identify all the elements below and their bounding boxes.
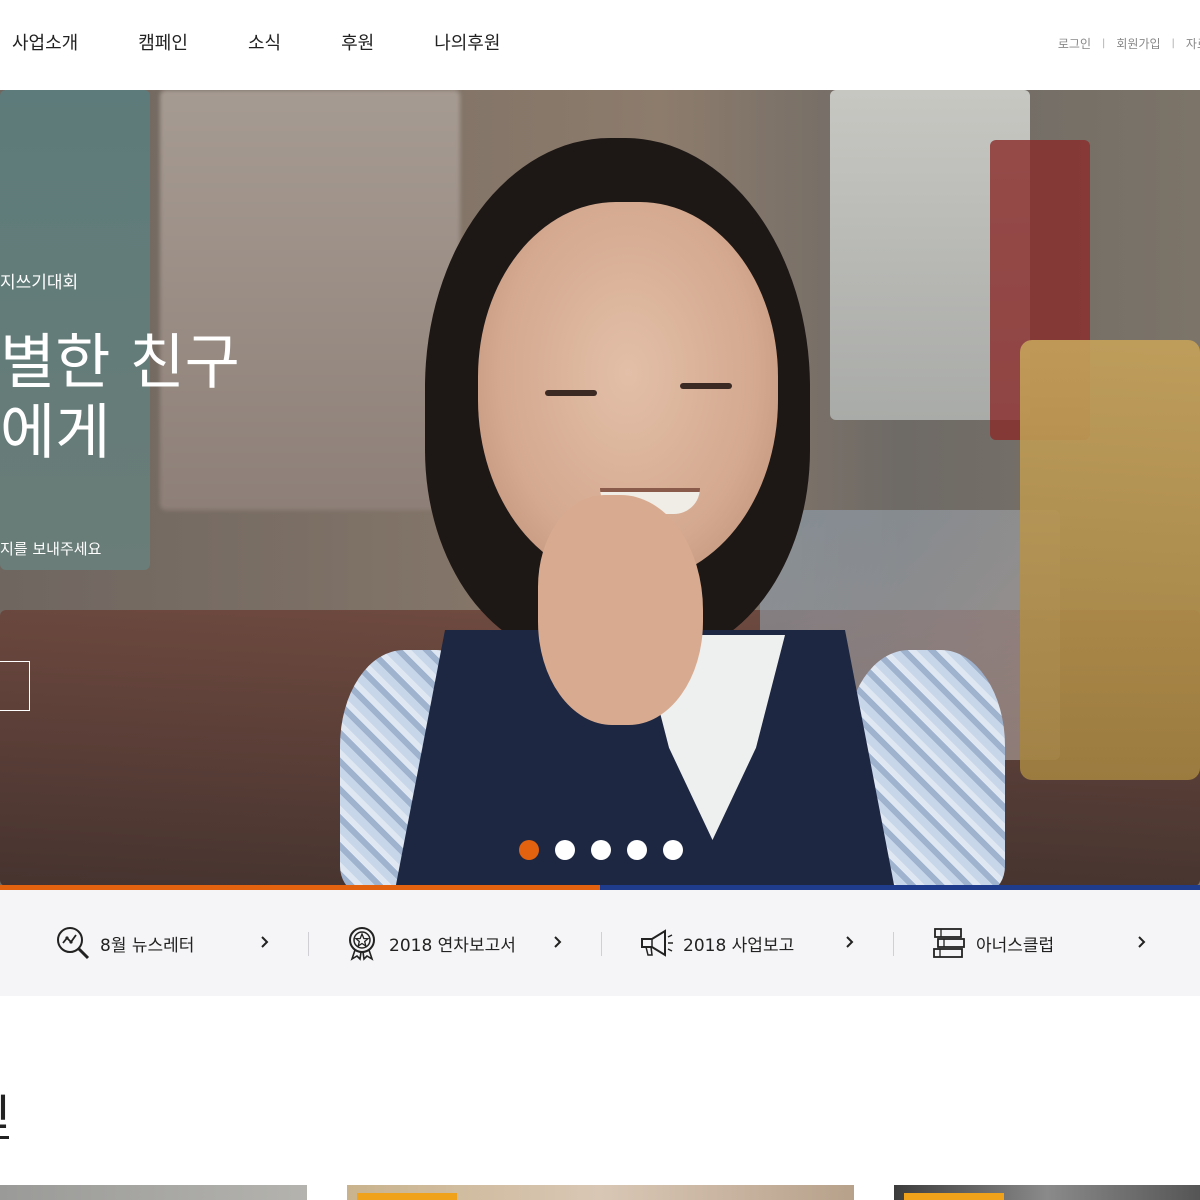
card-badge <box>904 1193 1004 1200</box>
hero-photo-chair <box>1020 340 1200 780</box>
hero-subtitle: 지쓰기대회 <box>0 273 79 293</box>
signup-link[interactable]: 회원가입 <box>1116 35 1160 52</box>
slide-dot-2[interactable] <box>555 840 575 860</box>
nav-item-my-donation[interactable]: 나의후원 <box>434 30 500 58</box>
slide-dot-3[interactable] <box>591 840 611 860</box>
books-icon <box>933 928 965 958</box>
slide-dot-1[interactable] <box>519 840 539 860</box>
quick-links: 8월 뉴스레터 2018 연차보고서 2018 사업보고 아너스클럽 <box>0 890 1200 996</box>
divider <box>601 932 602 956</box>
site-header: 사업소개 캠페인 소식 후원 나의후원 로그인 | 회원가입 | 자료 <box>0 0 1200 90</box>
nav-item-donate[interactable]: 후원 <box>341 30 374 58</box>
hero-photo-detail <box>680 383 732 389</box>
hero-title-line: 에게 <box>0 398 111 468</box>
main-nav: 사업소개 캠페인 소식 후원 나의후원 <box>12 30 560 58</box>
chevron-right-icon[interactable] <box>260 934 270 950</box>
hero-banner: 지쓰기대회 별한 친구 에게 지를 보내주세요 <box>0 90 1200 886</box>
divider: | <box>1101 38 1106 49</box>
megaphone-icon <box>641 929 673 957</box>
hero-cta-button[interactable] <box>0 661 30 711</box>
chevron-right-icon[interactable] <box>845 934 855 950</box>
divider <box>893 932 894 956</box>
card-badge <box>357 1193 457 1200</box>
quick-link-label: 8월 뉴스레터 <box>100 935 195 956</box>
slide-dot-5[interactable] <box>663 840 683 860</box>
quick-link-label: 2018 연차보고서 <box>389 935 516 956</box>
hero-description: 지를 보내주세요 <box>0 540 102 558</box>
hero-title-line: 별한 친구 <box>0 328 240 398</box>
nav-item-campaign[interactable]: 캠페인 <box>138 30 188 58</box>
magnifier-chart-icon <box>57 927 90 960</box>
chevron-right-icon[interactable] <box>553 934 563 950</box>
award-badge-icon <box>349 927 375 961</box>
campaign-card[interactable] <box>894 1185 1200 1200</box>
quick-link-honors-club[interactable]: 아너스클럽 <box>931 890 1054 996</box>
slide-pagination <box>519 840 699 860</box>
hero-title: 별한 친구 에게 <box>0 328 240 468</box>
nav-item-business[interactable]: 사업소개 <box>12 30 78 58</box>
campaign-card[interactable] <box>0 1185 307 1200</box>
quick-link-newsletter[interactable]: 8월 뉴스레터 <box>55 890 194 996</box>
quick-link-label: 2018 사업보고 <box>683 935 795 956</box>
quick-link-annual-report[interactable]: 2018 연차보고서 <box>344 890 516 996</box>
hero-photo-detail <box>538 495 703 725</box>
utility-menu: 로그인 | 회원가입 | 자료 <box>1058 35 1200 52</box>
divider <box>308 932 309 956</box>
hero-photo-detail <box>545 390 597 396</box>
quick-link-label: 아너스클럽 <box>976 935 1055 956</box>
slide-dot-4[interactable] <box>627 840 647 860</box>
quick-link-business-report[interactable]: 2018 사업보고 <box>638 890 794 996</box>
campaign-card[interactable] <box>347 1185 854 1200</box>
login-link[interactable]: 로그인 <box>1058 35 1091 52</box>
chevron-right-icon[interactable] <box>1137 934 1147 950</box>
divider: | <box>1171 38 1175 49</box>
resources-link[interactable]: 자료 <box>1186 35 1200 52</box>
nav-item-news[interactable]: 소식 <box>248 30 281 58</box>
section-title: 인 <box>0 1092 10 1139</box>
